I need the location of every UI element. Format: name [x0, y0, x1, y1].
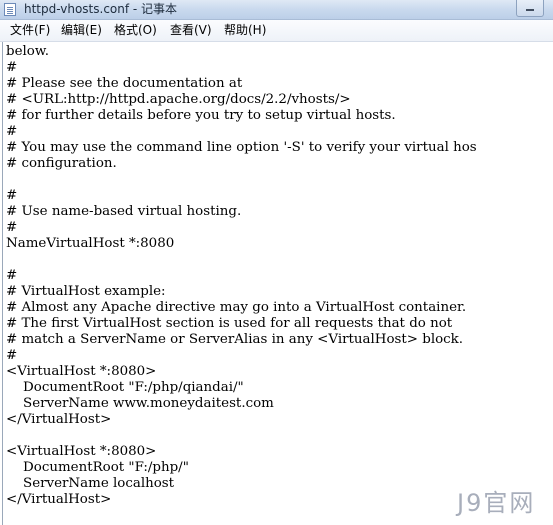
editor-line: # VirtualHost example: [6, 284, 166, 299]
editor-line: # for further details before you try to … [6, 108, 396, 123]
text-editor-area[interactable]: below. # # Please see the documentation … [2, 42, 553, 525]
editor-line: ServerName www.moneydaitest.com [6, 396, 274, 411]
notepad-app-icon[interactable] [4, 3, 16, 16]
editor-line: DocumentRoot "F:/php/" [6, 460, 189, 475]
editor-line: # [6, 60, 18, 75]
editor-line: </VirtualHost> [6, 412, 112, 427]
editor-line: <VirtualHost *:8080> [6, 444, 157, 459]
menu-help[interactable]: 帮助(H) [224, 22, 266, 39]
editor-line: # You may use the command line option '-… [6, 140, 477, 155]
notepad-window: httpd-vhosts.conf - 记事本 文件(F) 编辑(E) 格式(O… [0, 0, 553, 525]
window-title: httpd-vhosts.conf - 记事本 [24, 2, 178, 16]
editor-line: <VirtualHost *:8080> [6, 364, 157, 379]
menu-view[interactable]: 查看(V) [170, 22, 212, 39]
minimize-icon [526, 9, 534, 11]
minimize-button[interactable] [516, 0, 544, 17]
editor-line: # <URL:http://httpd.apache.org/docs/2.2/… [6, 92, 351, 107]
editor-line: # [6, 124, 18, 139]
editor-line: # [6, 188, 18, 203]
editor-line: # [6, 348, 18, 363]
editor-content[interactable]: below. # # Please see the documentation … [6, 44, 477, 508]
menu-format[interactable]: 格式(O) [114, 22, 157, 39]
title-bar[interactable]: httpd-vhosts.conf - 记事本 [0, 0, 553, 20]
menu-edit[interactable]: 编辑(E) [61, 22, 102, 39]
editor-line: NameVirtualHost *:8080 [6, 236, 175, 251]
editor-line: # Use name-based virtual hosting. [6, 204, 242, 219]
menu-file[interactable]: 文件(F) [10, 22, 50, 39]
editor-line: ServerName localhost [6, 476, 175, 491]
editor-line: below. [6, 44, 49, 59]
editor-line: # Please see the documentation at [6, 76, 243, 91]
editor-line: # Almost any Apache directive may go int… [6, 300, 467, 315]
menu-bar: 文件(F) 编辑(E) 格式(O) 查看(V) 帮助(H) [0, 20, 553, 42]
editor-line: # The first VirtualHost section is used … [6, 316, 453, 331]
editor-line: # [6, 268, 18, 283]
editor-line: # match a ServerName or ServerAlias in a… [6, 332, 464, 347]
editor-line: DocumentRoot "F:/php/qiandai/" [6, 380, 244, 395]
editor-line: # [6, 220, 18, 235]
editor-line: # configuration. [6, 156, 117, 171]
editor-line: </VirtualHost> [6, 492, 112, 507]
